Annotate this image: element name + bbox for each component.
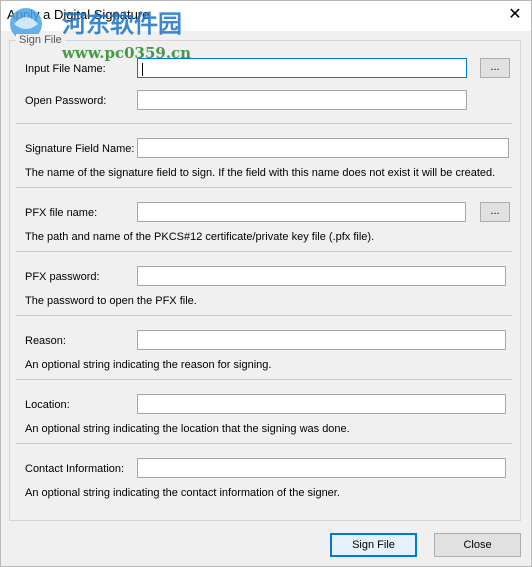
separator — [16, 379, 512, 380]
close-button[interactable]: Close — [434, 533, 521, 557]
pfx-file-input[interactable] — [137, 202, 466, 222]
contact-input[interactable] — [137, 458, 506, 478]
location-description: An optional string indicating the locati… — [25, 423, 350, 435]
pfx-password-input[interactable] — [137, 266, 506, 286]
svg-text:河东软件园: 河东软件园 — [62, 10, 182, 38]
separator — [16, 315, 512, 316]
input-file-field[interactable] — [137, 58, 467, 78]
signature-field-label: Signature Field Name: — [25, 143, 135, 155]
browse-input-file-button[interactable]: ... — [480, 58, 510, 78]
contact-description: An optional string indicating the contac… — [25, 487, 340, 499]
reason-label: Reason: — [25, 335, 66, 347]
open-password-field[interactable] — [137, 90, 467, 110]
pfx-password-description: The password to open the PFX file. — [25, 295, 197, 307]
sign-file-button[interactable]: Sign File — [330, 533, 417, 557]
reason-description: An optional string indicating the reason… — [25, 359, 272, 371]
pfx-password-label: PFX password: — [25, 271, 100, 283]
signature-field-input[interactable] — [137, 138, 509, 158]
input-file-label: Input File Name: — [25, 63, 106, 75]
browse-pfx-file-button[interactable]: ... — [480, 202, 510, 222]
location-label: Location: — [25, 399, 70, 411]
pfx-file-label: PFX file name: — [25, 207, 98, 219]
separator — [16, 443, 512, 444]
pfx-file-description: The path and name of the PKCS#12 certifi… — [25, 231, 375, 243]
group-legend: Sign File — [16, 34, 65, 46]
text-caret — [142, 63, 143, 76]
location-input[interactable] — [137, 394, 506, 414]
signature-field-description: The name of the signature field to sign.… — [25, 167, 496, 179]
reason-input[interactable] — [137, 330, 506, 350]
separator — [16, 187, 512, 188]
contact-label: Contact Information: — [25, 463, 125, 475]
close-icon[interactable]: ✕ — [505, 5, 525, 25]
separator — [16, 123, 512, 124]
separator — [16, 251, 512, 252]
open-password-label: Open Password: — [25, 95, 107, 107]
